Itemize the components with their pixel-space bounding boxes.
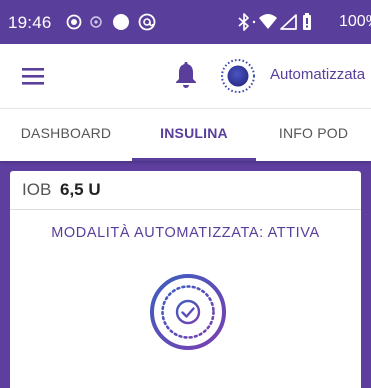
bell-icon[interactable] (174, 61, 198, 89)
status-system-icons (238, 13, 311, 31)
insulin-card: IOB 6,5 U MODALITÀ AUTOMATIZZATA: ATTIVA (10, 171, 361, 388)
signal-icon (280, 14, 297, 30)
mode-label: Automatizzata (270, 66, 366, 83)
automated-active-check-icon (150, 274, 226, 350)
active-tab-indicator (132, 158, 256, 161)
automated-mode-icon[interactable] (219, 57, 257, 95)
tab-insulina[interactable]: INSULINA (132, 109, 256, 161)
tab-info-pod[interactable]: INFO POD (256, 109, 371, 161)
battery-percent: 100% (339, 13, 371, 30)
bluetooth-icon (238, 13, 249, 31)
iob-value: 6,5 U (60, 180, 101, 199)
circle-dot-icon (66, 14, 82, 30)
circle-small-icon (90, 16, 102, 28)
mode-status-text: MODALITÀ AUTOMATIZZATA: ATTIVA (51, 225, 320, 241)
battery-icon (303, 13, 311, 30)
status-bar: 19:46 100 (0, 0, 371, 44)
circle-filled-icon (113, 14, 129, 30)
app-bar: Automatizzata (0, 44, 371, 108)
tab-dashboard[interactable]: DASHBOARD (0, 109, 132, 161)
at-circle-icon (138, 13, 156, 31)
status-time: 19:46 (8, 13, 52, 32)
iob-row: IOB 6,5 U (10, 171, 361, 210)
wifi-icon (259, 14, 277, 29)
status-notification-icons (66, 13, 156, 31)
tab-bar: DASHBOARD INSULINA INFO POD (0, 108, 371, 161)
hamburger-menu-icon[interactable] (22, 66, 44, 86)
iob-label: IOB (22, 180, 52, 199)
